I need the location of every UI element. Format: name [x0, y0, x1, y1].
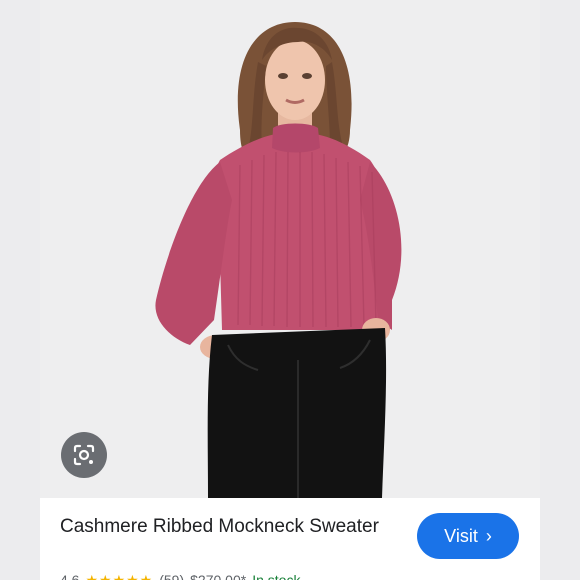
product-meta-row: 4.6 ★★★★★ (59) $270.00* In stock [60, 570, 300, 580]
visit-label: Visit [444, 525, 478, 546]
rating-value: 4.6 [60, 572, 80, 580]
google-lens-button[interactable] [61, 432, 107, 478]
review-count: (59) [159, 572, 185, 580]
product-image[interactable] [40, 0, 540, 498]
model-photo [155, 22, 402, 498]
product-title[interactable]: Cashmere Ribbed Mockneck Sweater [60, 514, 380, 540]
right-margin [540, 0, 580, 580]
chevron-right-icon: › [485, 525, 492, 546]
visit-button[interactable]: Visit › [417, 513, 519, 559]
product-card: Cashmere Ribbed Mockneck Sweater Visit ›… [40, 498, 540, 580]
left-margin [0, 0, 40, 580]
product-viewer: Cashmere Ribbed Mockneck Sweater Visit ›… [0, 0, 580, 580]
rating-stars: ★★★★★ [85, 571, 154, 580]
google-lens-icon [73, 444, 95, 466]
price: $270.00* [190, 572, 247, 580]
stock-status: In stock [252, 572, 301, 580]
